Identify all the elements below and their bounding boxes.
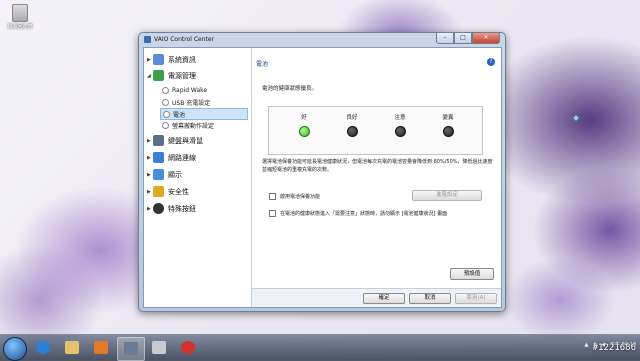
sidebar-item-label: 特殊按鈕: [168, 204, 196, 213]
battery-care-label: 啟用電池保養功能: [280, 194, 321, 200]
cancel-button[interactable]: 取消: [409, 293, 451, 304]
health-indicator-box: 好 良好 注意 變異: [268, 106, 483, 155]
subitem-label: 螢幕搬動作設定: [172, 122, 215, 130]
subitem-screen-settings[interactable]: 螢幕搬動作設定: [162, 120, 214, 130]
window-title: VAIO Control Center: [154, 36, 215, 43]
notify-option[interactable]: 在電池的健康狀態進入「需要注意」狀態時，請勿顯示 [電池健康狀況] 畫面: [269, 210, 447, 217]
app-icon: [144, 36, 151, 43]
recycle-bin-icon: [12, 4, 28, 22]
radio-icon: [163, 110, 170, 118]
special-button-icon: [153, 203, 164, 214]
status-light-icon: [442, 126, 454, 137]
status-light-icon: [346, 126, 358, 137]
sidebar-item-label: 安全性: [168, 187, 189, 196]
defaults-button[interactable]: 預設值: [450, 268, 494, 280]
display-icon: [153, 169, 164, 180]
folder-icon: [65, 341, 79, 354]
sidebar-item-label: 系統資訊: [168, 55, 196, 64]
battery-care-option[interactable]: 啟用電池保養功能: [269, 193, 320, 200]
app-icon: [181, 341, 195, 354]
level-label: 注意: [394, 115, 406, 121]
radio-icon: [162, 121, 169, 129]
help-icon[interactable]: ?: [487, 58, 495, 66]
title-bar[interactable]: VAIO Control Center – □ ✕: [139, 33, 505, 47]
subitem-label: Rapid Wake: [172, 86, 208, 94]
recycle-bin-shortcut[interactable]: 資源回收筒: [6, 4, 34, 30]
taskbar-media[interactable]: [88, 337, 114, 359]
page-title: 電池: [256, 61, 269, 68]
watermark: #1221686: [592, 343, 636, 353]
sidebar-item-label: 電源管理: [168, 71, 196, 80]
health-level-good: 好: [289, 113, 319, 137]
start-button[interactable]: [3, 337, 27, 361]
notify-label: 在電池的健康狀態進入「需要注意」狀態時，請勿顯示 [電池健康狀況] 畫面: [280, 211, 448, 217]
taskbar-vaio-control-center[interactable]: [117, 337, 145, 361]
minimize-button[interactable]: –: [436, 33, 454, 44]
subitem-usb-charging[interactable]: USB 充電設定: [162, 97, 210, 107]
maximize-button[interactable]: □: [454, 33, 472, 44]
status-light-icon: [298, 126, 310, 137]
ok-button[interactable]: 確定: [363, 293, 405, 304]
sidebar-item-system-info[interactable]: ▶ 系統資訊: [147, 54, 196, 65]
taskbar-app-5[interactable]: [146, 337, 172, 359]
sidebar: ▶ 系統資訊 ◢ 電源管理 Rapid Wake USB 充電設定 電池 螢幕搬…: [144, 48, 252, 307]
status-light-icon: [394, 126, 406, 137]
sidebar-item-label: 網路連線: [168, 153, 196, 162]
battery-panel: 電池 ? 電池的健康狀態優良。 好 良好 注意 變異 選擇電池保養功能可延長電池…: [252, 48, 501, 307]
taskbar-app-6[interactable]: [175, 337, 201, 359]
app-icon: [152, 341, 166, 354]
taskbar-explorer[interactable]: [59, 337, 85, 359]
health-level-fine: 良好: [337, 113, 367, 137]
taskbar: ▲ ▮ ◀ 下午 04:19: [0, 334, 640, 361]
battery-care-checkbox[interactable]: [269, 193, 276, 200]
sidebar-item-keyboard-mouse[interactable]: ▶ 鍵盤與滑鼠: [147, 135, 203, 146]
battery-care-description: 選擇電池保養功能可延長電池健康狀況，但電池每次充電的電池容量會降低到 80%/5…: [262, 159, 493, 173]
radio-icon: [162, 86, 169, 94]
health-level-caution: 注意: [385, 113, 415, 137]
network-icon: [153, 152, 164, 163]
subitem-label: 電池: [173, 111, 186, 119]
battery-plug-icon: [153, 70, 164, 81]
vaio-icon: [124, 342, 138, 355]
level-label: 變異: [442, 115, 454, 121]
media-player-icon: [94, 341, 108, 354]
level-label: 好: [301, 115, 307, 121]
sidebar-item-power[interactable]: ◢ 電源管理: [147, 70, 196, 81]
subitem-label: USB 充電設定: [172, 99, 211, 107]
vaio-control-center-window: VAIO Control Center – □ ✕ ▶ 系統資訊 ◢ 電源管理 …: [138, 32, 506, 312]
computer-icon: [153, 54, 164, 65]
sidebar-item-security[interactable]: ▶ 安全性: [147, 186, 189, 197]
dialog-footer: 確定 取消 套用(A): [252, 288, 501, 307]
window-client-area: ▶ 系統資訊 ◢ 電源管理 Rapid Wake USB 充電設定 電池 螢幕搬…: [143, 47, 502, 308]
subitem-battery[interactable]: 電池: [160, 108, 248, 120]
sidebar-item-display[interactable]: ▶ 顯示: [147, 169, 182, 180]
sidebar-item-special-buttons[interactable]: ▶ 特殊按鈕: [147, 203, 196, 214]
subitem-rapid-wake[interactable]: Rapid Wake: [162, 85, 207, 95]
apply-button[interactable]: 套用(A): [455, 293, 497, 304]
recycle-bin-label: 資源回收筒: [7, 24, 33, 30]
keyboard-icon: [153, 135, 164, 146]
lock-icon: [153, 186, 164, 197]
taskbar-ie[interactable]: [30, 337, 56, 359]
health-status-text: 電池的健康狀態優良。: [262, 86, 318, 92]
level-label: 良好: [346, 115, 358, 121]
ie-icon: [36, 341, 50, 354]
notify-checkbox[interactable]: [269, 210, 276, 217]
sidebar-item-label: 鍵盤與滑鼠: [168, 136, 203, 145]
advanced-settings-button[interactable]: 進階設定: [412, 190, 482, 201]
tray-arrow-icon[interactable]: ▲: [585, 342, 589, 348]
sidebar-item-network[interactable]: ▶ 網路連線: [147, 152, 196, 163]
radio-icon: [162, 98, 169, 106]
close-button[interactable]: ✕: [472, 33, 500, 44]
sidebar-item-label: 顯示: [168, 170, 182, 179]
health-level-degraded: 變異: [433, 113, 463, 137]
